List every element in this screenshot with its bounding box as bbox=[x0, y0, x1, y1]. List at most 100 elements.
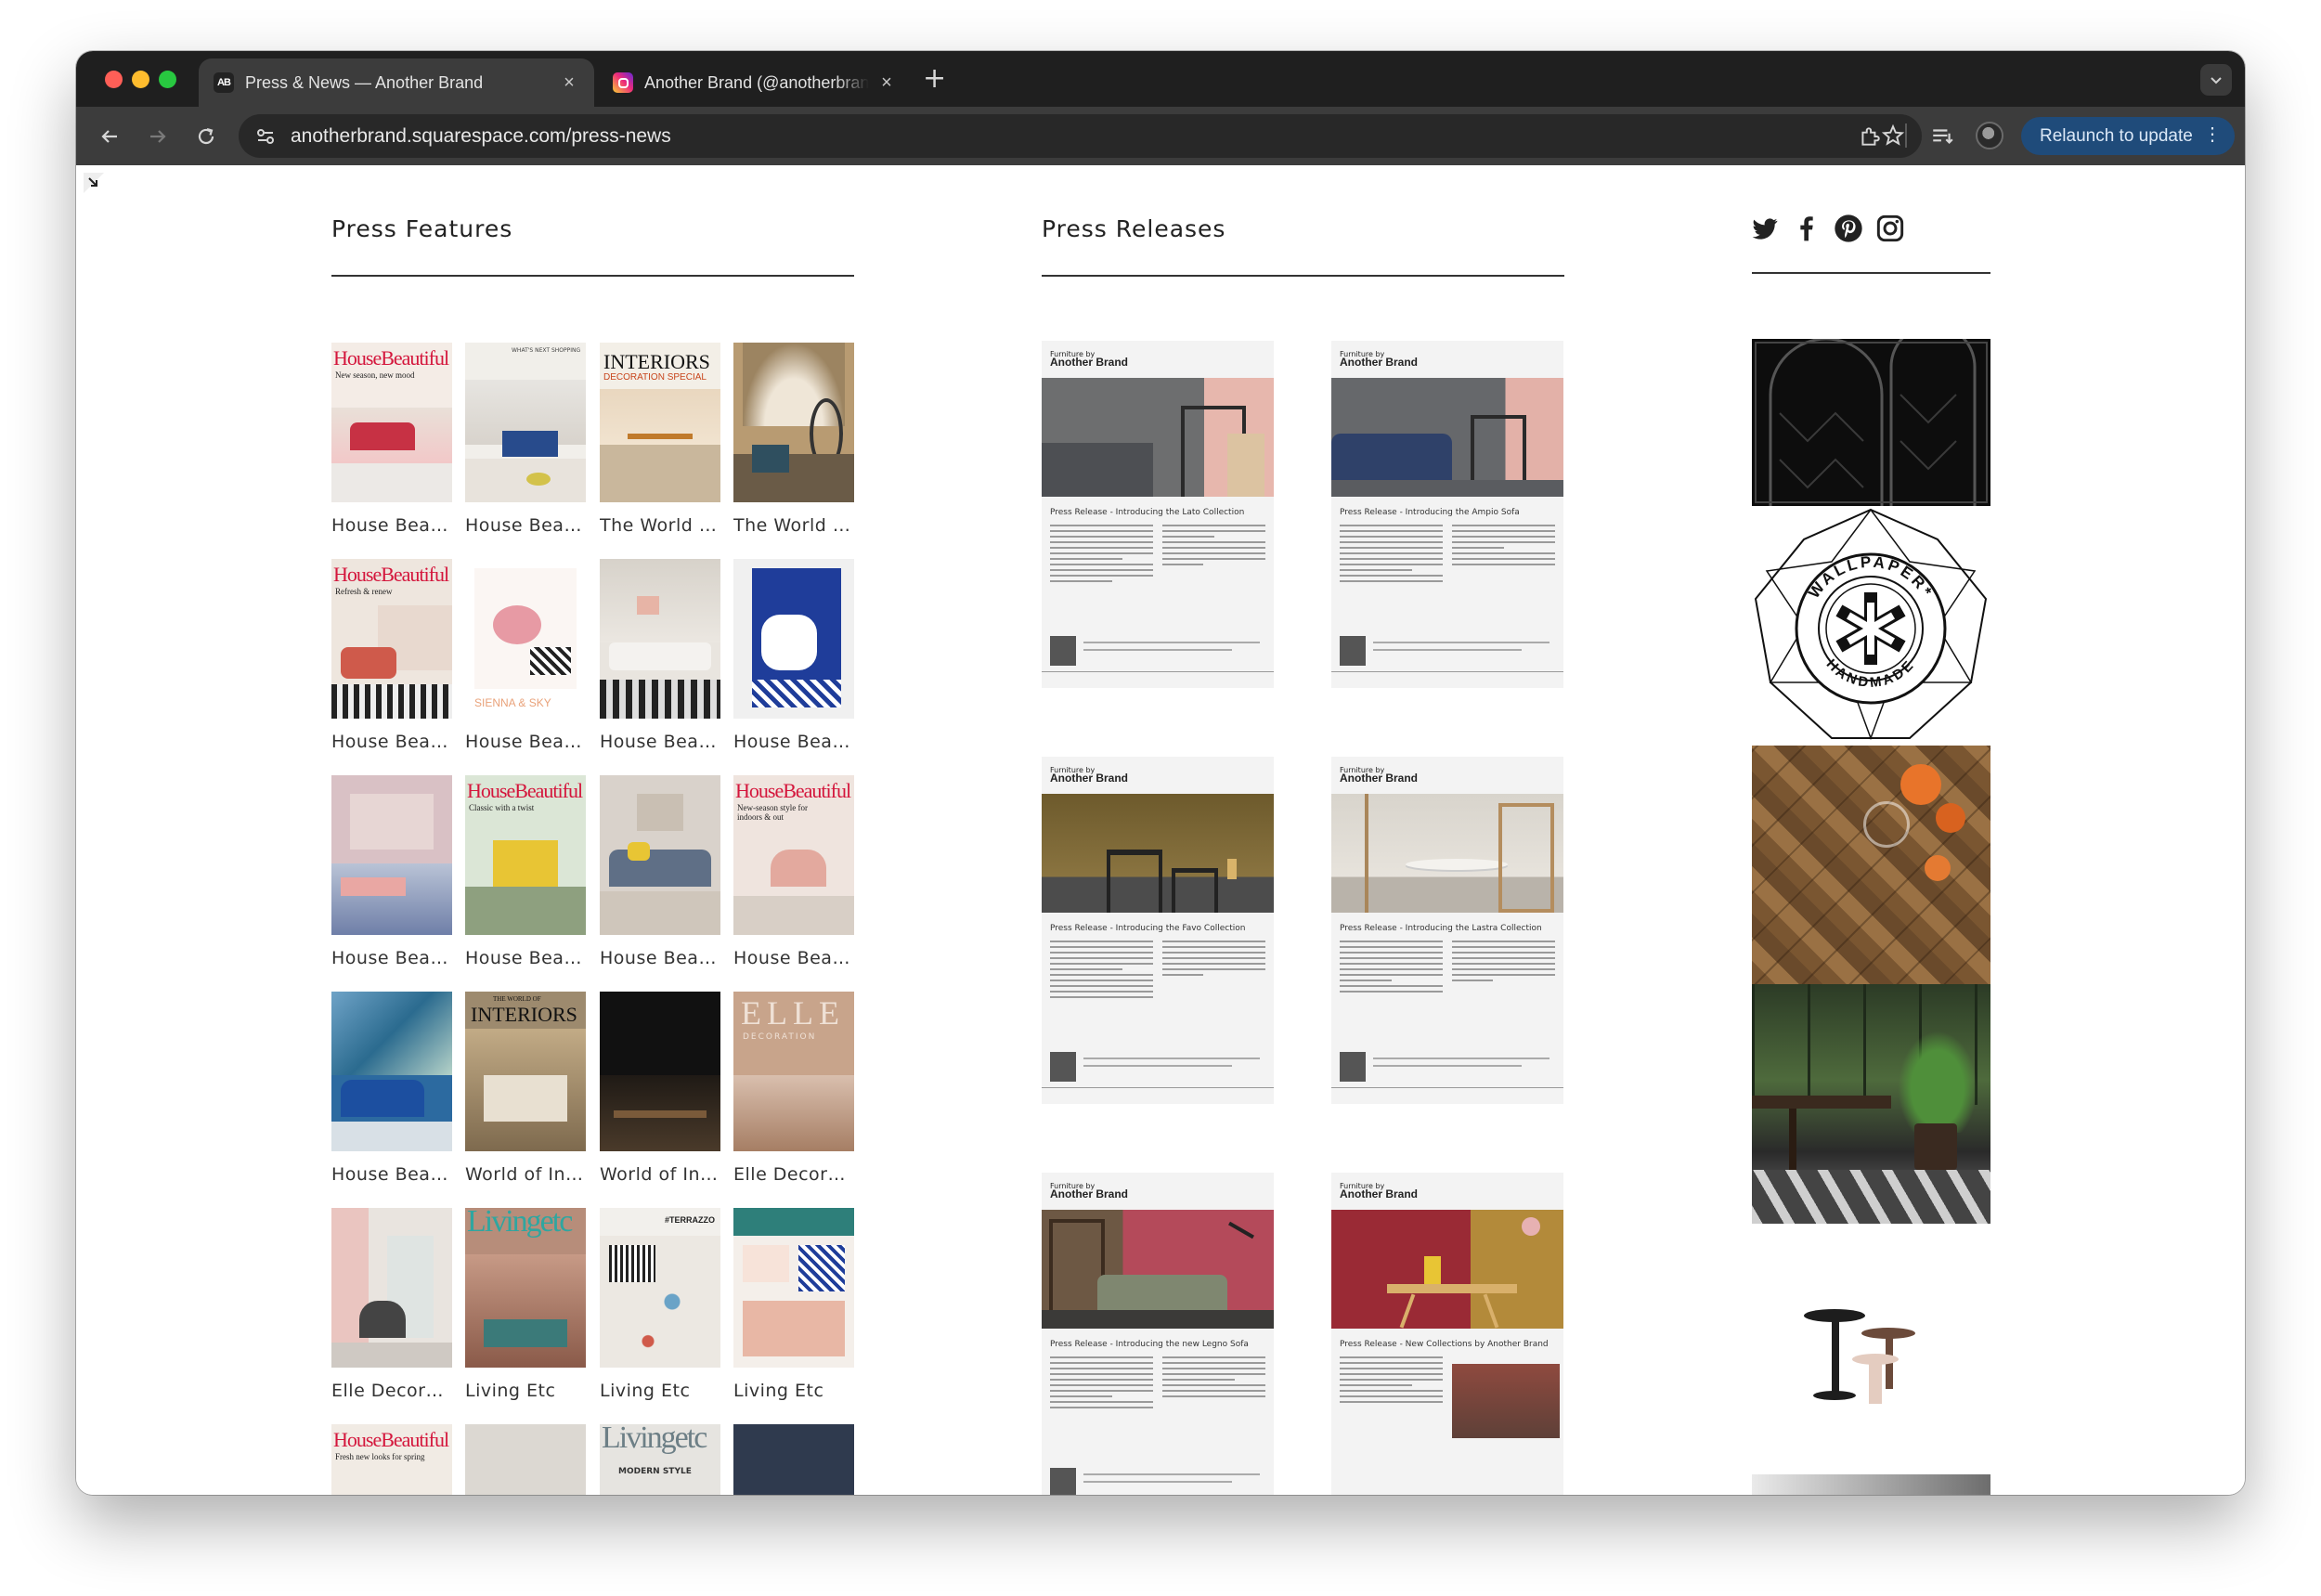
press-release-header: Furniture by Another Brand bbox=[1340, 766, 1418, 785]
press-feature-caption: Elle Decoration bbox=[733, 1164, 854, 1185]
back-button[interactable] bbox=[95, 122, 124, 151]
press-feature-item[interactable]: INTERIORS DECORATION SPECIAL The World o… bbox=[600, 343, 720, 536]
tab-instagram[interactable]: Another Brand (@anotherbrand) × bbox=[602, 58, 908, 107]
zoom-window-button[interactable] bbox=[159, 71, 176, 88]
press-feature-item[interactable]: HouseBeautiful New season, new mood Hous… bbox=[331, 343, 452, 536]
press-release-card[interactable]: Furniture by Another Brand Press Release … bbox=[1042, 757, 1274, 1104]
sidebar-image-parquet-floor[interactable] bbox=[1752, 746, 1990, 984]
address-bar[interactable]: anotherbrand.squarespace.com/press-news bbox=[239, 114, 1922, 158]
press-feature-item[interactable]: House Beautiful bbox=[600, 775, 720, 968]
sidebar-image-side-tables[interactable] bbox=[1752, 1224, 1990, 1495]
press-feature-item[interactable]: World of Interiors bbox=[600, 992, 720, 1185]
press-feature-caption: House Beautiful bbox=[465, 948, 586, 968]
magazine-cover bbox=[331, 1208, 452, 1368]
press-feature-item[interactable] bbox=[733, 1424, 854, 1495]
press-feature-caption: House Beautiful bbox=[600, 948, 720, 968]
magazine-cover bbox=[600, 992, 720, 1151]
press-feature-item[interactable]: HouseBeautiful Fresh new looks for sprin… bbox=[331, 1424, 452, 1495]
magazine-cover: SIENNA & SKY bbox=[465, 559, 586, 719]
tab-press-news[interactable]: AB Press & News — Another Brand × bbox=[199, 58, 594, 107]
press-feature-caption: House Beautiful bbox=[331, 515, 452, 536]
magazine-cover bbox=[733, 1424, 854, 1495]
press-feature-item[interactable]: WHAT'S NEXT SHOPPING House Beautiful bbox=[465, 343, 586, 536]
press-release-card[interactable]: Furniture by Another Brand Press Release … bbox=[1331, 757, 1563, 1104]
press-release-subtitle: Press Release - Introducing the Lato Col… bbox=[1050, 508, 1245, 517]
close-tab-icon[interactable]: × bbox=[876, 72, 897, 94]
press-release-subtitle: Press Release - Introducing the new Legn… bbox=[1050, 1340, 1249, 1349]
press-release-subtitle: Press Release - Introducing the Favo Col… bbox=[1050, 924, 1246, 933]
magazine-cover bbox=[733, 559, 854, 719]
magazine-cover bbox=[733, 1208, 854, 1368]
press-release-card[interactable]: Furniture by Another Brand Press Release … bbox=[1331, 341, 1563, 688]
twitter-icon[interactable] bbox=[1750, 214, 1780, 243]
sidebar-wallpaper-handmade-badge[interactable]: WALLPAPER* HANDMADE bbox=[1752, 506, 1990, 746]
minimize-window-button[interactable] bbox=[132, 71, 149, 88]
press-feature-item[interactable]: ELLE DECORATION Elle Decoration bbox=[733, 992, 854, 1185]
press-feature-item[interactable]: House Beautiful bbox=[331, 992, 452, 1185]
reload-button[interactable] bbox=[191, 122, 221, 151]
magazine-cover: INTERIORS DECORATION SPECIAL bbox=[600, 343, 720, 502]
pinterest-icon[interactable] bbox=[1834, 214, 1863, 243]
site-info-icon[interactable] bbox=[253, 124, 278, 149]
more-menu-icon[interactable]: ⋮ bbox=[2203, 124, 2222, 145]
extensions-puzzle-icon[interactable] bbox=[1855, 122, 1885, 151]
press-feature-item[interactable]: Living Etc bbox=[733, 1208, 854, 1401]
social-rule bbox=[1752, 272, 1990, 274]
press-feature-item[interactable]: The World of Interiors bbox=[733, 343, 854, 536]
press-feature-item[interactable] bbox=[465, 1424, 586, 1495]
press-feature-item[interactable]: HouseBeautiful New-season style for indo… bbox=[733, 775, 854, 968]
press-feature-caption: Living Etc bbox=[600, 1381, 691, 1401]
press-release-card[interactable]: Furniture by Another Brand Press Release … bbox=[1042, 1173, 1274, 1495]
press-feature-item[interactable]: THE WORLD OF INTERIORS World of Interior… bbox=[465, 992, 586, 1185]
press-feature-item[interactable]: HouseBeautiful Classic with a twist Hous… bbox=[465, 775, 586, 968]
press-feature-caption: House Beautiful bbox=[331, 948, 452, 968]
press-release-photo bbox=[1331, 794, 1563, 913]
press-release-photo bbox=[1331, 1210, 1563, 1329]
arrow-right-icon bbox=[150, 130, 166, 143]
arrow-left-icon bbox=[101, 130, 117, 143]
instagram-favicon-icon bbox=[613, 72, 633, 93]
url-text: anotherbrand.squarespace.com/press-news bbox=[291, 124, 671, 147]
press-release-subtitle: Press Release - Introducing the Lastra C… bbox=[1340, 924, 1542, 933]
press-feature-caption: World of Interiors bbox=[600, 1164, 720, 1185]
close-tab-icon[interactable]: × bbox=[559, 72, 579, 94]
reading-list-icon[interactable] bbox=[1927, 122, 1957, 151]
press-feature-item[interactable]: House Beautiful bbox=[600, 559, 720, 752]
press-feature-item[interactable]: Livingetc MODERN STYLE bbox=[600, 1424, 720, 1495]
magazine-cover: WHAT'S NEXT SHOPPING bbox=[465, 343, 586, 502]
relaunch-to-update-button[interactable]: Relaunch to update ⋮ bbox=[2021, 117, 2235, 155]
new-tab-button[interactable]: + bbox=[923, 64, 946, 94]
another-brand-favicon-icon: AB bbox=[214, 72, 234, 93]
facebook-icon[interactable] bbox=[1792, 214, 1822, 243]
press-feature-caption: House Beautiful bbox=[600, 732, 720, 752]
press-feature-item[interactable]: Elle Decoration bbox=[331, 1208, 452, 1401]
press-feature-caption: Elle Decoration bbox=[331, 1381, 452, 1401]
press-feature-item[interactable]: House Beautiful bbox=[733, 559, 854, 752]
close-window-button[interactable] bbox=[105, 71, 123, 88]
press-release-body bbox=[1340, 525, 1555, 636]
magazine-cover bbox=[600, 559, 720, 719]
sidebar-image-mirror[interactable] bbox=[1752, 323, 1990, 506]
press-feature-caption: The World of Interiors bbox=[733, 515, 854, 536]
press-release-card[interactable]: Furniture by Another Brand Press Release … bbox=[1331, 1173, 1563, 1495]
press-feature-item[interactable]: SIENNA & SKY House Beautiful bbox=[465, 559, 586, 752]
press-feature-caption: House Beautiful bbox=[733, 732, 854, 752]
press-feature-item[interactable]: House Beautiful bbox=[331, 775, 452, 968]
press-release-photo bbox=[1042, 378, 1274, 497]
press-release-card[interactable]: Furniture by Another Brand Press Release … bbox=[1042, 341, 1274, 688]
profile-avatar[interactable] bbox=[1976, 122, 2003, 149]
instagram-icon[interactable] bbox=[1875, 214, 1905, 243]
magazine-cover bbox=[600, 775, 720, 935]
press-feature-item[interactable]: #TERRAZZO Living Etc bbox=[600, 1208, 720, 1401]
magazine-cover: THE WORLD OF INTERIORS bbox=[465, 992, 586, 1151]
sidebar-image-plant-table[interactable] bbox=[1752, 984, 1990, 1224]
tab-search-button[interactable] bbox=[2200, 64, 2232, 96]
press-release-footer bbox=[1042, 636, 1274, 688]
press-features-rule bbox=[331, 275, 854, 277]
magazine-cover: HouseBeautiful New-season style for indo… bbox=[733, 775, 854, 935]
press-feature-item[interactable]: HouseBeautiful Refresh & renew House Bea… bbox=[331, 559, 452, 752]
press-feature-caption: Living Etc bbox=[733, 1381, 824, 1401]
press-release-header: Furniture by Another Brand bbox=[1050, 1182, 1128, 1200]
forward-button[interactable] bbox=[143, 122, 173, 151]
press-feature-item[interactable]: Livingetc Living Etc bbox=[465, 1208, 586, 1401]
